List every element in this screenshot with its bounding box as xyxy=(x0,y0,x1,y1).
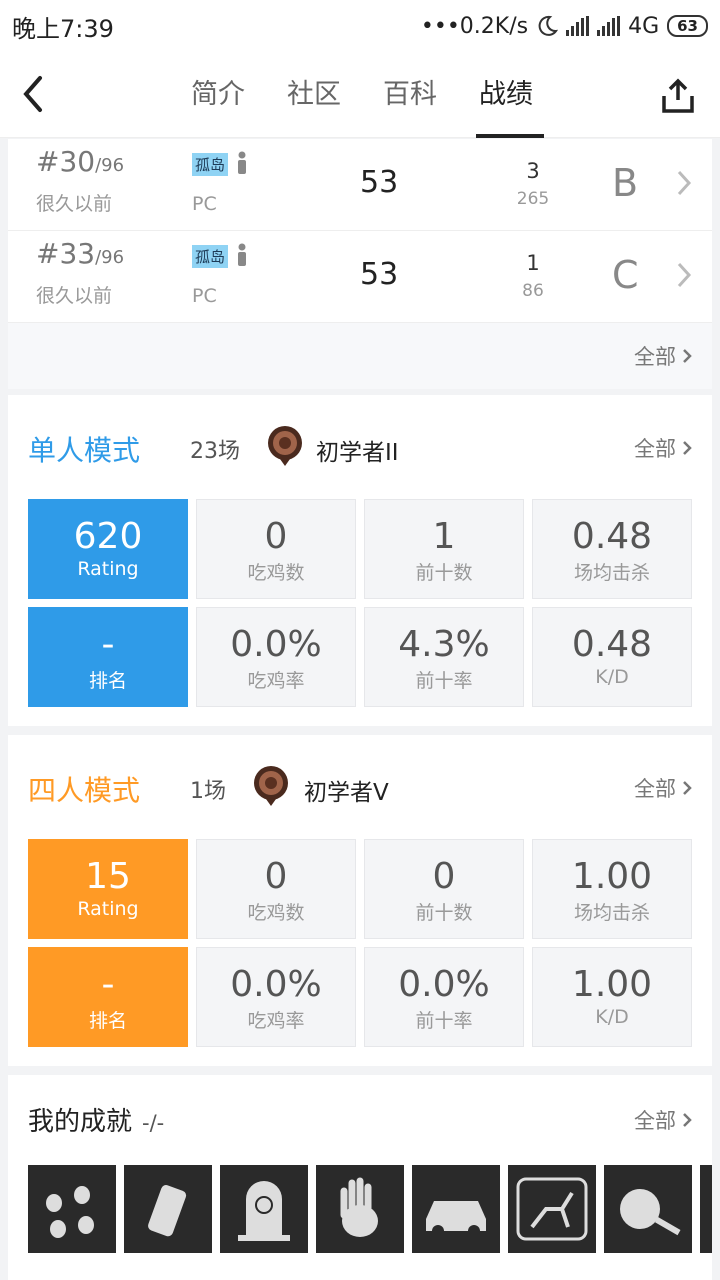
match-grade: B xyxy=(612,161,639,205)
solo-rank-cell: - 排名 xyxy=(28,607,188,707)
squad-avg-kills-cell: 1.00 场均击杀 xyxy=(532,839,692,939)
platform: PC xyxy=(192,193,217,215)
frying-pan-icon[interactable] xyxy=(604,1165,692,1253)
status-bar: 晚上7:39 •••0.2K/s 4G 63 xyxy=(0,0,720,52)
squad-all-link[interactable]: 全部 xyxy=(634,773,692,803)
squad-games: 1场 xyxy=(190,779,226,804)
top-nav: 简介 社区 百科 战绩 xyxy=(0,52,720,138)
status-icons: •••0.2K/s 4G 63 xyxy=(421,14,708,39)
solo-tier: 初学者II xyxy=(316,440,399,466)
squad-mode-card: 四人模式 1场 初学者V 全部 15 Rating 0 吃鸡数 0 前十数 1.00 场… xyxy=(8,735,712,1066)
achievements-title: 我的成就 -/- xyxy=(28,1107,165,1137)
match-rank: #30/96 xyxy=(36,145,125,178)
match-damage: 265 xyxy=(516,189,550,209)
net-speed: •••0.2K/s xyxy=(420,13,529,39)
match-row[interactable]: #33/96 很久以前 孤岛 PC 53 1 86 C xyxy=(8,231,712,323)
moon-icon xyxy=(538,15,559,36)
solo-games: 23场 xyxy=(190,439,240,464)
solo-person-icon xyxy=(238,151,246,174)
squad-kd-cell: 1.00 K/D xyxy=(532,947,692,1047)
map-tag: 孤岛 xyxy=(192,153,229,176)
can-icon[interactable] xyxy=(124,1165,212,1253)
solo-avg-kills-cell: 0.48 场均击杀 xyxy=(532,499,692,599)
network-type: 4G xyxy=(628,13,660,39)
chevron-right-icon xyxy=(677,170,692,196)
match-rank: #33/96 xyxy=(36,237,125,270)
solo-kd-cell: 0.48 K/D xyxy=(532,607,692,707)
match-time: 很久以前 xyxy=(36,193,113,215)
tab-intro[interactable]: 简介 xyxy=(170,52,266,138)
match-kills: 3 xyxy=(526,159,540,183)
match-row[interactable]: #30/96 很久以前 孤岛 PC 53 3 265 B xyxy=(8,139,712,231)
deer-sign-icon[interactable] xyxy=(508,1165,596,1253)
tab-records[interactable]: 战绩 xyxy=(458,52,554,138)
tab-wiki[interactable]: 百科 xyxy=(362,52,458,138)
match-grade: C xyxy=(612,253,639,297)
match-damage: 86 xyxy=(522,281,544,301)
achievements-card: 我的成就 -/- 全部 xyxy=(8,1075,712,1280)
solo-wins-cell: 0 吃鸡数 xyxy=(196,499,356,599)
solo-rating-cell: 620 Rating xyxy=(28,499,188,599)
signal-hd-icon xyxy=(597,16,621,36)
status-time: 晚上7:39 xyxy=(12,14,114,43)
squad-wins-cell: 0 吃鸡数 xyxy=(196,839,356,939)
squad-rank-cell: - 排名 xyxy=(28,947,188,1047)
car-icon[interactable] xyxy=(412,1165,500,1253)
squad-top10-rate-cell: 0.0% 前十率 xyxy=(364,947,524,1047)
squad-rating-cell: 15 Rating xyxy=(28,839,188,939)
match-score: 53 xyxy=(360,165,399,200)
solo-win-rate-cell: 0.0% 吃鸡率 xyxy=(196,607,356,707)
rank-badge-icon xyxy=(268,426,302,466)
match-score: 53 xyxy=(360,257,399,292)
platform: PC xyxy=(192,285,217,307)
chevron-right-icon xyxy=(677,262,692,288)
handprints-icon[interactable] xyxy=(28,1165,116,1253)
chevron-right-icon xyxy=(683,349,692,363)
chevron-right-icon xyxy=(683,1113,692,1127)
chevron-right-icon xyxy=(683,781,692,795)
chevron-right-icon xyxy=(683,441,692,455)
achievement-icon[interactable] xyxy=(700,1165,712,1253)
squad-tier: 初学者V xyxy=(304,780,389,806)
map-tag: 孤岛 xyxy=(192,245,229,268)
all-matches-link[interactable]: 全部 xyxy=(634,341,692,371)
solo-top10-cell: 1 前十数 xyxy=(364,499,524,599)
battery-icon: 63 xyxy=(667,15,708,37)
solo-mode-card: 单人模式 23场 初学者II 全部 620 Rating 0 吃鸡数 1 前十数 0.… xyxy=(8,395,712,726)
achievements-all-link[interactable]: 全部 xyxy=(634,1105,692,1135)
squad-win-rate-cell: 0.0% 吃鸡率 xyxy=(196,947,356,1047)
solo-all-link[interactable]: 全部 xyxy=(634,433,692,463)
tab-bar: 简介 社区 百科 战绩 xyxy=(170,52,554,138)
recent-matches-card: #30/96 很久以前 孤岛 PC 53 3 265 B #33/96 很久以前… xyxy=(8,139,712,389)
rank-badge-icon xyxy=(254,766,288,806)
back-arrow-icon[interactable] xyxy=(18,74,48,114)
match-time: 很久以前 xyxy=(36,285,113,307)
signal-icon xyxy=(566,16,590,36)
share-icon[interactable] xyxy=(660,78,696,114)
squad-top10-cell: 0 前十数 xyxy=(364,839,524,939)
solo-mode-title: 单人模式 xyxy=(28,434,141,467)
squad-mode-title: 四人模式 xyxy=(28,774,141,807)
solo-top10-rate-cell: 4.3% 前十率 xyxy=(364,607,524,707)
match-kills: 1 xyxy=(526,251,540,275)
tab-community[interactable]: 社区 xyxy=(266,52,362,138)
solo-person-icon xyxy=(238,243,246,266)
tombstone-icon[interactable] xyxy=(220,1165,308,1253)
matches-footer: 全部 xyxy=(8,323,712,389)
bloody-hand-icon[interactable] xyxy=(316,1165,404,1253)
